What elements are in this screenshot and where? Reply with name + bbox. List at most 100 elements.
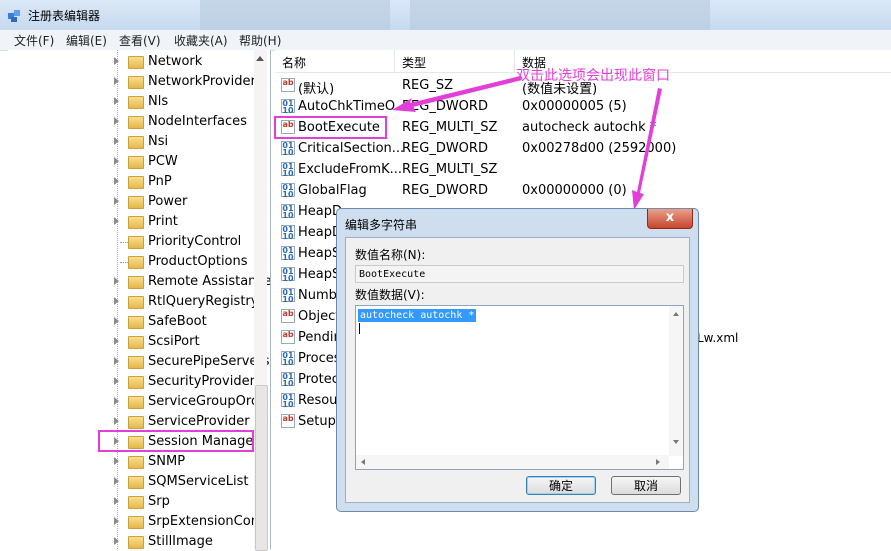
value-data: autocheck autochk * [522, 120, 657, 135]
tree-item[interactable]: Power [8, 192, 258, 212]
tree-item[interactable]: Remote Assistance [8, 272, 270, 292]
value-name-label: 数值名称(N): [355, 248, 426, 262]
expand-arrow-icon[interactable] [114, 337, 119, 345]
column-name[interactable]: 名称 [282, 54, 306, 71]
ok-button[interactable]: 确定 [526, 476, 596, 495]
scroll-up-icon[interactable] [256, 56, 264, 61]
selected-text: autocheck autochk * [358, 309, 477, 322]
expand-arrow-icon[interactable] [114, 537, 119, 545]
tree-item-label: SecurityProviders [148, 374, 262, 389]
tree-item[interactable]: SrpExtensionConf [8, 512, 264, 532]
tree-scrollbar[interactable] [254, 50, 268, 551]
column-separator[interactable] [514, 50, 515, 72]
binary-value-icon: 01 10 [281, 225, 295, 241]
menu-view[interactable]: 查看(V) [119, 32, 161, 49]
expand-arrow-icon[interactable] [114, 517, 119, 525]
expand-arrow-icon[interactable] [114, 117, 119, 125]
expand-arrow-icon[interactable] [114, 57, 119, 65]
tree-item-label: Print [148, 214, 178, 229]
folder-icon [128, 316, 144, 329]
tree-item[interactable]: PCW [8, 152, 258, 172]
tree-item[interactable]: Srp [8, 492, 258, 512]
tree-item[interactable]: SQMServiceList [8, 472, 258, 492]
tree-item[interactable]: ScsiPort [8, 332, 258, 352]
menu-edit[interactable]: 编辑(E) [66, 32, 107, 49]
value-row[interactable]: 01 10 ExcludeFromK... REG_MULTI_SZ [275, 159, 891, 180]
column-separator[interactable] [394, 50, 395, 72]
textarea-vertical-scrollbar[interactable] [669, 306, 683, 456]
tree-item[interactable]: SafeBoot [8, 312, 258, 332]
expand-arrow-icon[interactable] [114, 357, 119, 365]
tree-item[interactable]: Network [8, 52, 258, 72]
value-data-textarea[interactable]: autocheck autochk * [355, 305, 684, 470]
expand-arrow-icon[interactable] [114, 97, 119, 105]
scroll-down-icon[interactable] [673, 440, 679, 444]
menu-file[interactable]: 文件(F) [14, 32, 54, 49]
expand-arrow-icon[interactable] [114, 77, 119, 85]
close-button[interactable]: x [647, 209, 693, 229]
binary-value-icon: 01 10 [281, 162, 295, 178]
tree-item[interactable]: ProductOptions [8, 252, 258, 272]
tree-item-label: NetworkProvider [148, 74, 256, 89]
tree-item[interactable]: NetworkProvider [8, 72, 258, 92]
value-row[interactable]: 01 10 CriticalSection... REG_DWORD 0x00278d0… [275, 138, 891, 159]
column-type[interactable]: 类型 [402, 54, 426, 71]
value-name: ExcludeFromK... [298, 162, 403, 177]
bootexecute-highlight [274, 116, 387, 139]
expand-arrow-icon[interactable] [114, 197, 119, 205]
tree-item[interactable]: PriorityControl [8, 232, 258, 252]
tree-item[interactable]: Print [8, 212, 258, 232]
tree-item-label: SQMServiceList [148, 474, 249, 489]
expand-arrow-icon[interactable] [114, 477, 119, 485]
expand-arrow-icon[interactable] [114, 277, 119, 285]
tree-item-label: Srp [148, 494, 170, 509]
tree-item-label: Nls [148, 94, 169, 109]
menu-help[interactable]: 帮助(H) [239, 32, 281, 49]
scroll-right-icon[interactable] [656, 459, 660, 465]
expand-arrow-icon[interactable] [114, 497, 119, 505]
expand-arrow-icon[interactable] [114, 177, 119, 185]
tree-item[interactable]: NodeInterfaces [8, 112, 258, 132]
folder-icon [128, 516, 144, 529]
folder-icon [128, 56, 144, 69]
expand-arrow-icon[interactable] [114, 317, 119, 325]
value-type: REG_MULTI_SZ [402, 162, 498, 177]
menu-favorites[interactable]: 收藏夹(A) [174, 32, 228, 49]
expand-arrow-icon[interactable] [114, 157, 119, 165]
background-window-blur [410, 0, 710, 30]
tree-item-label: ServiceProvider [148, 414, 250, 429]
expand-arrow-icon[interactable] [114, 417, 119, 425]
tree-item[interactable]: StillImage [8, 532, 258, 549]
expand-arrow-icon[interactable] [114, 457, 119, 465]
tree-item[interactable]: RtlQueryRegistryC [8, 292, 268, 312]
scroll-thumb[interactable] [255, 385, 268, 551]
tree-item[interactable]: Nls [8, 92, 258, 112]
value-row[interactable]: 01 10 GlobalFlag REG_DWORD 0x00000000 (0) [275, 180, 891, 201]
value-type: REG_DWORD [402, 141, 488, 156]
expand-arrow-icon[interactable] [114, 297, 119, 305]
expand-arrow-icon[interactable] [114, 217, 119, 225]
scroll-up-icon[interactable] [673, 312, 679, 316]
tree-item-label: PnP [148, 174, 172, 189]
tree-item[interactable]: ServiceGroupOrde [8, 392, 267, 412]
expand-arrow-icon[interactable] [114, 377, 119, 385]
registry-tree: Network NetworkProvider Nls NodeInterfaces N… [8, 50, 271, 549]
value-name: (默认) [298, 82, 335, 97]
folder-icon [128, 336, 144, 349]
scroll-left-icon[interactable] [361, 459, 365, 465]
tree-item[interactable]: SNMP [8, 452, 258, 472]
tree-item[interactable]: SecurityProviders [8, 372, 262, 392]
tree-item-label: ProductOptions [148, 254, 248, 269]
value-row[interactable]: 01 10 AutoChkTimeO... REG_DWORD 0x00000005 (… [275, 96, 891, 117]
expand-arrow-icon[interactable] [114, 397, 119, 405]
folder-icon [128, 176, 144, 189]
textarea-horizontal-scrollbar[interactable] [356, 455, 669, 469]
value-name: Object [298, 309, 341, 324]
tree-item[interactable]: Nsi [8, 132, 258, 152]
tree-item[interactable]: SecurePipeServers [8, 352, 270, 372]
cancel-button[interactable]: 取消 [611, 476, 681, 495]
binary-value-icon: 01 10 [281, 141, 295, 157]
expand-arrow-icon[interactable] [114, 137, 119, 145]
tree-item[interactable]: ServiceProvider [8, 412, 258, 432]
tree-item[interactable]: PnP [8, 172, 258, 192]
